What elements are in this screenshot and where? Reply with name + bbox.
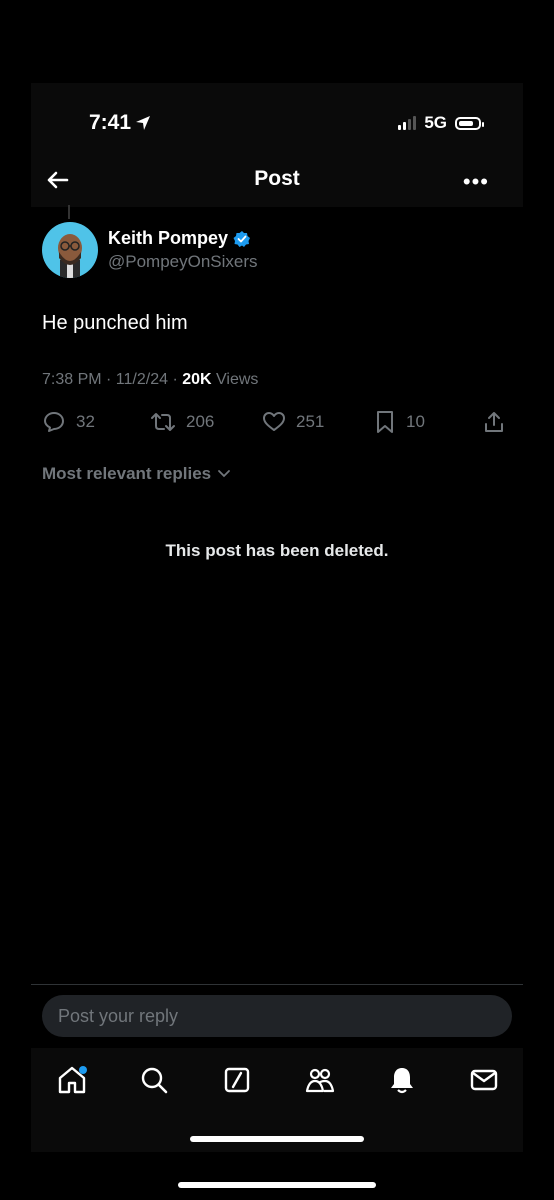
replies-sort-toggle[interactable]: Most relevant replies bbox=[42, 464, 231, 484]
reply-input-placeholder: Post your reply bbox=[58, 1005, 179, 1026]
heart-icon bbox=[263, 412, 285, 431]
author-handle[interactable]: @PompeyOnSixers bbox=[108, 252, 258, 272]
bookmark-button[interactable]: 10 bbox=[374, 410, 425, 434]
home-icon[interactable] bbox=[56, 1064, 88, 1096]
status-indicators: 5G bbox=[398, 113, 484, 133]
signal-icon bbox=[398, 116, 417, 130]
more-options-icon[interactable]: ••• bbox=[463, 169, 489, 195]
share-button[interactable] bbox=[482, 410, 506, 434]
views-count: 20K bbox=[182, 371, 212, 388]
status-time-text: 7:41 bbox=[89, 111, 132, 134]
author-name-text: Keith Pompey bbox=[108, 228, 229, 248]
repost-count: 206 bbox=[186, 412, 215, 431]
battery-icon bbox=[455, 116, 484, 130]
repost-button[interactable]: 206 bbox=[150, 410, 214, 434]
reply-input[interactable]: Post your reply bbox=[42, 995, 512, 1037]
app-screen: 7:41 5G Post ••• bbox=[31, 83, 523, 1152]
home-indicator bbox=[190, 1136, 364, 1142]
reply-button[interactable]: 32 bbox=[42, 410, 95, 434]
avatar[interactable] bbox=[42, 222, 98, 278]
like-count: 251 bbox=[296, 412, 325, 431]
post-timestamp[interactable]: 7:38 PM · 11/2/24 · bbox=[42, 371, 182, 388]
notifications-icon[interactable] bbox=[386, 1064, 418, 1096]
search-icon[interactable] bbox=[138, 1064, 170, 1096]
bookmark-count: 10 bbox=[406, 412, 425, 431]
thread-line bbox=[68, 205, 70, 219]
reply-icon bbox=[44, 412, 64, 432]
author-name[interactable]: Keith Pompey bbox=[108, 228, 251, 249]
deleted-post-notice: This post has been deleted. bbox=[165, 541, 389, 560]
share-icon bbox=[485, 412, 503, 432]
post-text: He punched him bbox=[42, 312, 188, 334]
views-label: Views bbox=[211, 371, 259, 388]
avatar-image bbox=[58, 234, 82, 278]
network-label: 5G bbox=[424, 113, 447, 132]
grok-icon[interactable] bbox=[221, 1064, 253, 1096]
reply-count: 32 bbox=[76, 412, 95, 431]
top-bar: 7:41 5G Post ••• bbox=[31, 83, 523, 207]
bookmark-icon bbox=[377, 411, 393, 433]
repost-icon bbox=[151, 413, 175, 431]
verified-badge-icon bbox=[233, 230, 251, 247]
replies-sort-label: Most relevant replies bbox=[42, 464, 212, 483]
location-arrow-icon bbox=[136, 116, 151, 130]
post-meta: 7:38 PM · 11/2/24 · 20K Views bbox=[42, 371, 258, 389]
home-indicator-outer bbox=[178, 1182, 376, 1188]
like-button[interactable]: 251 bbox=[262, 410, 324, 434]
page-title: Post bbox=[254, 167, 300, 190]
chevron-down-icon bbox=[218, 470, 231, 478]
communities-icon[interactable] bbox=[304, 1064, 336, 1096]
messages-icon[interactable] bbox=[468, 1064, 500, 1096]
status-time: 7:41 bbox=[89, 111, 151, 135]
divider bbox=[31, 984, 523, 985]
post-actions: 32 206 251 10 bbox=[42, 410, 512, 438]
